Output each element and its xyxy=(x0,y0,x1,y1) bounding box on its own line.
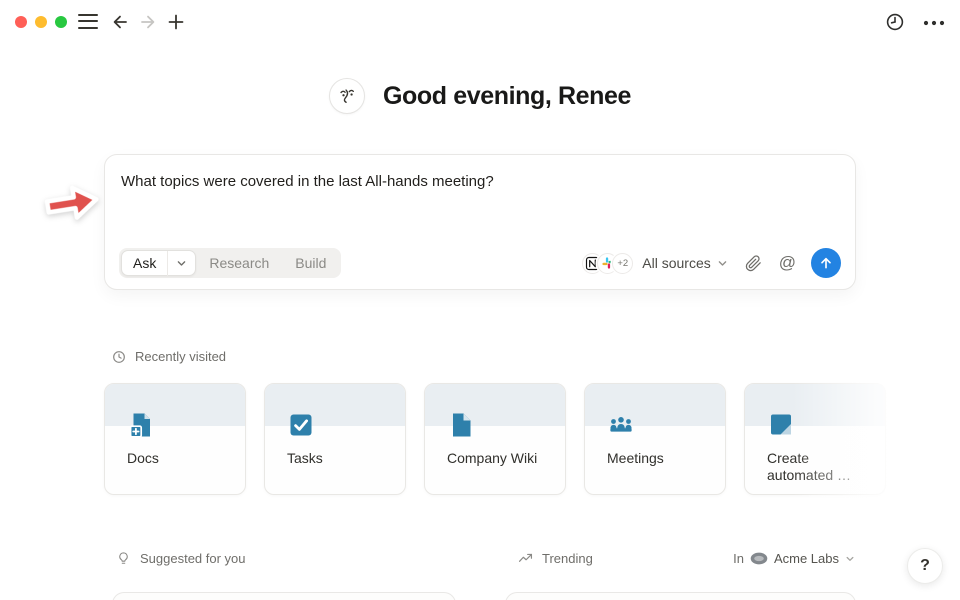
all-sources-selector[interactable]: All sources xyxy=(642,255,727,271)
prompt-input[interactable]: What topics were covered in the last All… xyxy=(121,173,839,190)
card-docs[interactable]: Docs xyxy=(104,383,246,495)
card-tasks[interactable]: Tasks xyxy=(264,383,406,495)
extra-sources-count: +2 xyxy=(617,258,628,269)
card-label: Create automated … xyxy=(767,450,865,484)
trending-icon xyxy=(518,551,533,566)
app-window: Good evening, Renee What topics were cov… xyxy=(0,0,960,600)
mode-build[interactable]: Build xyxy=(282,255,339,271)
minimize-window-button[interactable] xyxy=(35,16,47,28)
suggested-card-partial[interactable] xyxy=(112,592,456,600)
menu-icon[interactable] xyxy=(78,14,98,30)
workspace-logo-icon xyxy=(750,552,768,565)
more-options-icon[interactable] xyxy=(922,12,942,32)
zoom-window-button[interactable] xyxy=(55,16,67,28)
mode-ask-label[interactable]: Ask xyxy=(122,255,167,271)
lightbulb-icon xyxy=(116,551,131,566)
ai-face-avatar xyxy=(329,78,365,114)
composer-actions: +2 All sources @ xyxy=(582,248,841,278)
card-create-automated[interactable]: Create automated … xyxy=(744,383,886,495)
composer-toolbar: Ask Research Build xyxy=(119,248,841,278)
recently-visited-cards: Docs Tasks Company Wiki xyxy=(104,383,886,495)
doc-plus-icon xyxy=(127,411,155,439)
card-company-wiki[interactable]: Company Wiki xyxy=(424,383,566,495)
attach-file-icon[interactable] xyxy=(745,255,762,272)
trending-header: Trending xyxy=(518,551,593,566)
chevron-down-icon[interactable] xyxy=(168,258,195,269)
back-icon[interactable] xyxy=(110,12,130,32)
extra-sources-badge[interactable]: +2 xyxy=(612,253,633,274)
workspace-prefix: In xyxy=(733,551,744,566)
help-button[interactable]: ? xyxy=(907,548,943,584)
suggested-for-you-header: Suggested for you xyxy=(116,551,246,566)
new-tab-icon[interactable] xyxy=(166,12,186,32)
chevron-down-icon xyxy=(717,258,728,269)
trending-card-partial[interactable] xyxy=(505,592,856,600)
arrow-up-icon xyxy=(818,255,834,271)
suggested-for-you-label: Suggested for you xyxy=(140,551,246,566)
mention-glyph: @ xyxy=(779,253,796,273)
card-label: Docs xyxy=(127,450,225,467)
card-label: Meetings xyxy=(607,450,705,467)
ai-face-icon xyxy=(336,85,358,107)
forward-icon[interactable] xyxy=(138,12,158,32)
mention-icon[interactable]: @ xyxy=(779,253,796,273)
greeting-header: Good evening, Renee xyxy=(0,78,960,114)
clock-icon xyxy=(112,350,126,364)
toolbar xyxy=(0,0,960,44)
card-label: Company Wiki xyxy=(447,450,545,467)
mode-ask[interactable]: Ask xyxy=(121,250,196,276)
page-icon xyxy=(447,411,475,439)
source-chips[interactable]: +2 xyxy=(582,253,633,274)
red-arrow-annotation xyxy=(38,175,107,235)
workspace-name: Acme Labs xyxy=(774,551,839,566)
page-title: Good evening, Renee xyxy=(383,82,631,111)
send-button[interactable] xyxy=(811,248,841,278)
people-icon xyxy=(607,411,635,439)
workspace-selector[interactable]: In Acme Labs xyxy=(733,551,855,566)
recently-visited-header: Recently visited xyxy=(112,349,226,364)
task-check-icon xyxy=(287,411,315,439)
history-clock-icon[interactable] xyxy=(885,12,905,32)
ai-composer: What topics were covered in the last All… xyxy=(104,154,856,290)
chevron-down-icon[interactable] xyxy=(845,554,855,564)
card-label: Tasks xyxy=(287,450,385,467)
close-window-button[interactable] xyxy=(15,16,27,28)
card-meetings[interactable]: Meetings xyxy=(584,383,726,495)
template-icon xyxy=(767,411,795,439)
trending-label: Trending xyxy=(542,551,593,566)
mode-research[interactable]: Research xyxy=(196,255,282,271)
mode-switcher: Ask Research Build xyxy=(119,248,341,278)
all-sources-label: All sources xyxy=(642,255,710,271)
recently-visited-label: Recently visited xyxy=(135,349,226,364)
